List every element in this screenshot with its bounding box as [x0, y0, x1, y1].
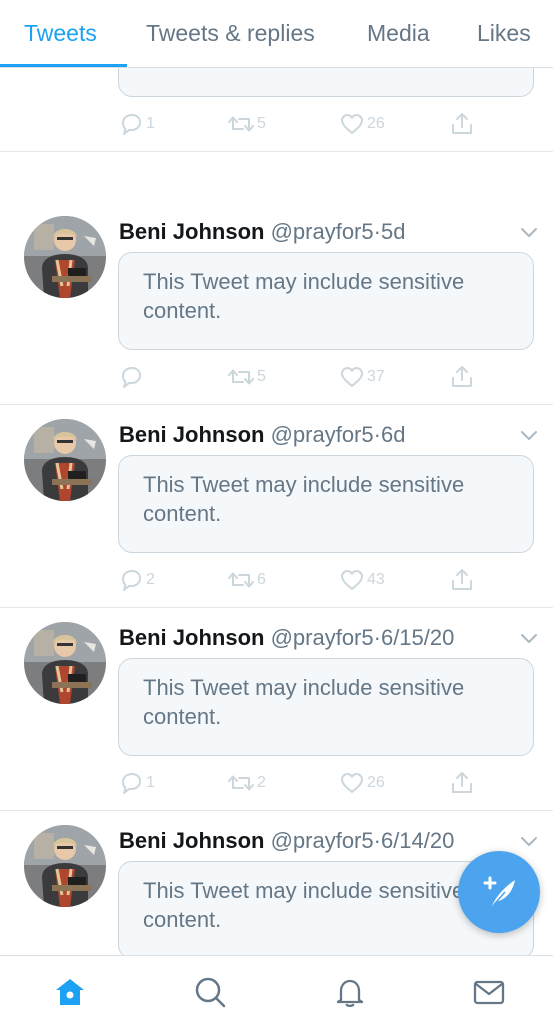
tweet-item[interactable]: Beni Johnson @prayfor5·6/15/20 This Twee…: [0, 608, 553, 811]
tab-tweets-and-replies[interactable]: Tweets & replies: [146, 0, 315, 67]
separator-dot: ·: [373, 828, 381, 853]
chevron-down-icon[interactable]: [519, 222, 539, 242]
heart-icon: [341, 773, 363, 793]
tweet-time[interactable]: 6d: [381, 422, 405, 447]
tab-likes[interactable]: Likes: [477, 0, 531, 67]
compose-tweet-button[interactable]: [458, 851, 540, 933]
notifications-bell-icon: [336, 979, 364, 1008]
reply-button[interactable]: [118, 362, 146, 392]
retweet-icon: [228, 116, 254, 132]
tweet-header: Beni Johnson @prayfor5·6d: [119, 419, 405, 451]
reply-count: 2: [146, 571, 155, 588]
tweet-header: Beni Johnson @prayfor5·6/14/20: [119, 825, 454, 857]
display-name[interactable]: Beni Johnson: [119, 828, 264, 853]
tweet-actions: 2 6 43: [0, 565, 553, 595]
separator-dot: ·: [373, 625, 381, 650]
tweet-time[interactable]: 5d: [381, 219, 405, 244]
messages-envelope-icon: [473, 980, 505, 1005]
avatar[interactable]: [24, 216, 106, 298]
like-button[interactable]: 43: [339, 565, 385, 595]
share-button[interactable]: [449, 768, 475, 798]
like-button[interactable]: 26: [339, 768, 385, 798]
retweet-count: 5: [257, 368, 266, 385]
separator-dot: ·: [373, 422, 381, 447]
display-name[interactable]: Beni Johnson: [119, 625, 264, 650]
tweet-header: Beni Johnson @prayfor5·6/15/20: [119, 622, 454, 654]
tweet-actions: 1 5 26: [0, 109, 553, 139]
nav-notifications[interactable]: [332, 974, 368, 1010]
tweet-actions: 5 37: [0, 362, 553, 392]
tweet-item[interactable]: Beni Johnson @prayfor5·6d This Tweet may…: [0, 405, 553, 608]
chevron-down-icon[interactable]: [519, 425, 539, 445]
sensitive-content-notice[interactable]: This Tweet may include sensitive content…: [118, 658, 534, 756]
tweet-time[interactable]: 6/14/20: [381, 828, 454, 853]
retweet-count: 2: [257, 774, 266, 791]
chevron-down-icon[interactable]: [519, 831, 539, 851]
heart-icon: [341, 367, 363, 387]
avatar[interactable]: [24, 622, 106, 704]
share-button[interactable]: [449, 362, 475, 392]
reply-icon: [122, 114, 141, 135]
share-button[interactable]: [449, 565, 475, 595]
like-count: 37: [367, 368, 385, 385]
reply-icon: [122, 570, 141, 591]
sensitive-content-notice[interactable]: This Tweet may include sensitive content…: [118, 455, 534, 553]
tweet-header: Beni Johnson @prayfor5·5d: [119, 216, 405, 248]
like-count: 26: [367, 115, 385, 132]
retweet-icon: [228, 775, 254, 791]
retweet-button[interactable]: 5: [227, 109, 266, 139]
nav-messages[interactable]: [471, 974, 507, 1010]
share-button[interactable]: [449, 109, 475, 139]
retweet-icon: [228, 572, 254, 588]
share-icon: [452, 569, 472, 590]
retweet-count: 6: [257, 571, 266, 588]
reply-button[interactable]: 1: [118, 768, 155, 798]
retweet-button[interactable]: 6: [227, 565, 266, 595]
user-handle[interactable]: @prayfor5: [271, 422, 374, 447]
avatar[interactable]: [24, 825, 106, 907]
share-icon: [452, 113, 472, 134]
bottom-navigation: [0, 955, 553, 1024]
tab-media[interactable]: Media: [367, 0, 430, 67]
reply-icon: [122, 367, 141, 388]
retweet-button[interactable]: 5: [227, 362, 266, 392]
tweet-item[interactable]: Beni Johnson @prayfor5·5d This Tweet may…: [0, 202, 553, 405]
nav-home[interactable]: [52, 974, 88, 1010]
profile-tabs: Tweets Tweets & replies Media Likes: [0, 0, 553, 68]
reply-count: 1: [146, 774, 155, 791]
retweet-count: 5: [257, 115, 266, 132]
user-handle[interactable]: @prayfor5: [271, 219, 374, 244]
user-handle[interactable]: @prayfor5: [271, 625, 374, 650]
share-icon: [452, 366, 472, 387]
tweet-time[interactable]: 6/15/20: [381, 625, 454, 650]
nav-search[interactable]: [192, 974, 228, 1010]
like-count: 26: [367, 774, 385, 791]
active-tab-indicator: [0, 64, 127, 67]
user-handle[interactable]: @prayfor5: [271, 828, 374, 853]
chevron-down-icon[interactable]: [519, 628, 539, 648]
reply-button[interactable]: 1: [118, 109, 155, 139]
display-name[interactable]: Beni Johnson: [119, 422, 264, 447]
like-button[interactable]: 37: [339, 362, 385, 392]
tweet-feed: This Tweet may include sensitive content…: [0, 0, 553, 955]
heart-icon: [341, 114, 363, 134]
home-icon: [56, 979, 84, 1005]
like-count: 43: [367, 571, 385, 588]
reply-count: 1: [146, 115, 155, 132]
sensitive-content-notice[interactable]: This Tweet may include sensitive content…: [118, 252, 534, 350]
heart-icon: [341, 570, 363, 590]
search-icon: [195, 977, 226, 1008]
reply-icon: [122, 773, 141, 794]
reply-button[interactable]: 2: [118, 565, 155, 595]
like-button[interactable]: 26: [339, 109, 385, 139]
retweet-button[interactable]: 2: [227, 768, 266, 798]
separator-dot: ·: [373, 219, 381, 244]
display-name[interactable]: Beni Johnson: [119, 219, 264, 244]
tweet-actions: 1 2 26: [0, 768, 553, 798]
avatar[interactable]: [24, 419, 106, 501]
retweet-icon: [228, 369, 254, 385]
compose-tweet-icon: [483, 876, 515, 909]
share-icon: [452, 772, 472, 793]
tab-tweets[interactable]: Tweets: [24, 0, 97, 67]
